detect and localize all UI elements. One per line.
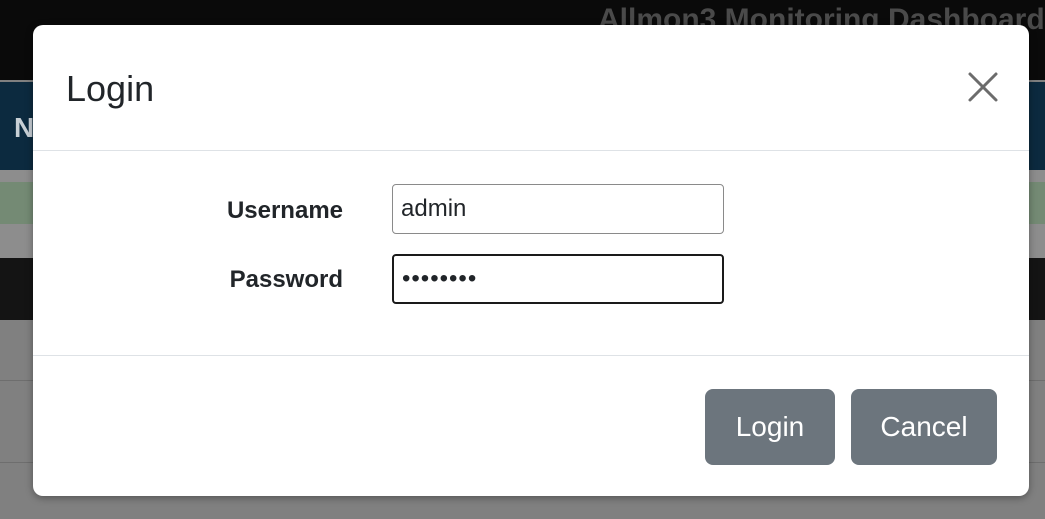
modal-body: Username Password — [33, 151, 1029, 356]
login-button[interactable]: Login — [705, 389, 835, 465]
page: Allmon3 Monitoring Dashboard N Login Use… — [0, 0, 1045, 519]
cancel-button[interactable]: Cancel — [851, 389, 997, 465]
dashboard-header-text: N — [14, 112, 35, 143]
username-input[interactable] — [392, 184, 724, 234]
modal-footer: Login Cancel — [33, 356, 1029, 496]
close-icon — [968, 72, 998, 102]
login-modal: Login Username Password Login Cancel — [33, 25, 1029, 496]
username-label: Username — [226, 197, 343, 224]
close-button[interactable] — [963, 67, 1003, 107]
modal-header: Login — [33, 25, 1029, 151]
modal-title: Login — [66, 68, 155, 109]
password-input[interactable] — [392, 254, 724, 304]
password-label: Password — [229, 266, 343, 293]
